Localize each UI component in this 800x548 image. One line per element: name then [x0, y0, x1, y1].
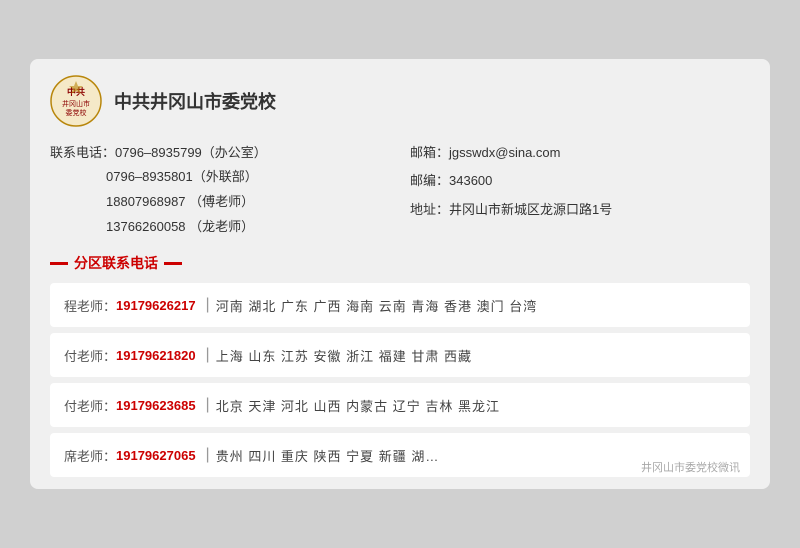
svg-text:委党校: 委党校 [66, 108, 87, 117]
divider-line-left [50, 262, 68, 265]
zip-row: 邮编：343600 [410, 169, 750, 194]
address-label: 地址： [410, 202, 449, 217]
region-item-4: 席老师： 19179627065 | 贵州 四川 重庆 陕西 宁夏 新疆 湖… … [50, 433, 750, 477]
main-card: 中共 井冈山市 委党校 中共井冈山市委党校 联系电话：0796–8935799（… [30, 59, 770, 490]
phone-label: 联系电话： [50, 145, 115, 160]
zip-value: 343600 [449, 173, 492, 188]
region-item-3: 付老师： 19179623685 | 北京 天津 河北 山西 内蒙古 辽宁 吉林… [50, 383, 750, 427]
section-divider: 分区联系电话 [50, 253, 750, 273]
teacher-phone-2: 19179621820 [116, 348, 196, 363]
address-value: 井冈山市新城区龙源口路1号 [449, 202, 612, 217]
svg-text:井冈山市: 井冈山市 [62, 99, 90, 108]
region-list: 程老师： 19179626217 | 河南 湖北 广东 广西 海南 云南 青海 … [50, 283, 750, 477]
phone-2: 0796–8935801（外联部） [106, 169, 258, 184]
phone-row-1: 联系电话：0796–8935799（办公室） [50, 141, 390, 166]
region-item-1: 程老师： 19179626217 | 河南 湖北 广东 广西 海南 云南 青海 … [50, 283, 750, 327]
contact-left: 联系电话：0796–8935799（办公室） 0796–8935801（外联部）… [50, 141, 390, 240]
teacher-phone-4: 19179627065 [116, 448, 196, 463]
address-row: 地址：井冈山市新城区龙源口路1号 [410, 198, 750, 223]
header: 中共 井冈山市 委党校 中共井冈山市委党校 [50, 75, 750, 127]
separator-1: | [206, 296, 210, 314]
email-label: 邮箱： [410, 145, 449, 160]
org-name: 中共井冈山市委党校 [114, 88, 276, 114]
phone-row-4: 13766260058 （龙老师） [50, 215, 390, 240]
phone-4: 13766260058 （龙老师） [106, 219, 254, 234]
regions-4: 贵州 四川 重庆 陕西 宁夏 新疆 湖… [216, 446, 440, 465]
email-row: 邮箱：jgsswdx@sina.com [410, 141, 750, 166]
teacher-phone-3: 19179623685 [116, 398, 196, 413]
regions-1: 河南 湖北 广东 广西 海南 云南 青海 香港 澳门 台湾 [216, 296, 538, 315]
phone-row-3: 18807968987 （傅老师） [50, 190, 390, 215]
teacher-name-1: 程老师： [64, 296, 116, 315]
zip-label: 邮编： [410, 173, 449, 188]
separator-4: | [206, 446, 210, 464]
section-title: 分区联系电话 [74, 253, 158, 273]
regions-3: 北京 天津 河北 山西 内蒙古 辽宁 吉林 黑龙江 [216, 396, 500, 415]
phone-3: 18807968987 （傅老师） [106, 194, 254, 209]
contact-right: 邮箱：jgsswdx@sina.com 邮编：343600 地址：井冈山市新城区… [410, 141, 750, 240]
phone-1: 0796–8935799（办公室） [115, 145, 267, 160]
logo-icon: 中共 井冈山市 委党校 [50, 75, 102, 127]
email-value: jgsswdx@sina.com [449, 145, 560, 160]
watermark: 井冈山市委党校微讯 [641, 459, 740, 475]
teacher-phone-1: 19179626217 [116, 298, 196, 313]
phone-row-2: 0796–8935801（外联部） [50, 165, 390, 190]
region-item-2: 付老师： 19179621820 | 上海 山东 江苏 安徽 浙江 福建 甘肃 … [50, 333, 750, 377]
separator-2: | [206, 346, 210, 364]
teacher-name-2: 付老师： [64, 346, 116, 365]
separator-3: | [206, 396, 210, 414]
teacher-name-4: 席老师： [64, 446, 116, 465]
teacher-name-3: 付老师： [64, 396, 116, 415]
contact-grid: 联系电话：0796–8935799（办公室） 0796–8935801（外联部）… [50, 141, 750, 240]
divider-line-right [164, 262, 182, 265]
regions-2: 上海 山东 江苏 安徽 浙江 福建 甘肃 西藏 [216, 346, 472, 365]
